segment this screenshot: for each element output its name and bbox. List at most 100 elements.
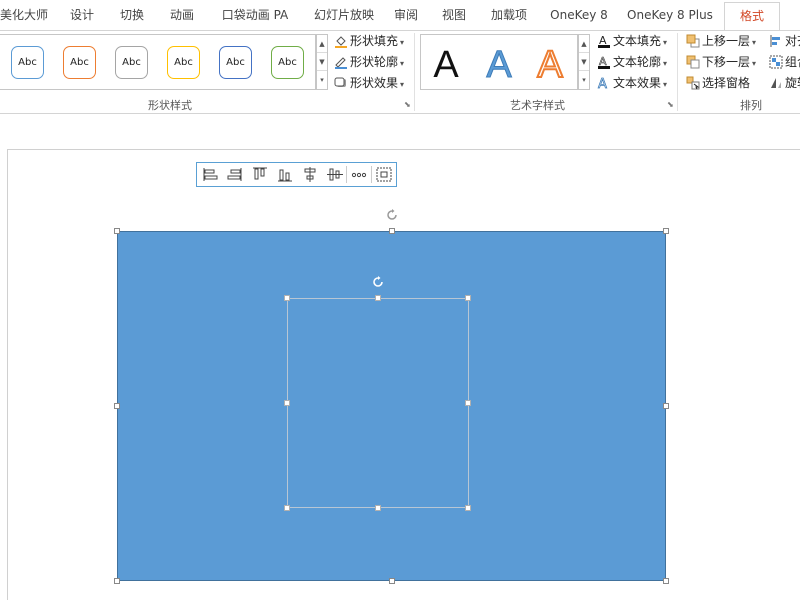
resize-handle[interactable] [663, 403, 669, 409]
align-top-icon[interactable] [251, 166, 269, 183]
tab-addins[interactable]: 加载项 [484, 0, 534, 30]
inner-selection-frame[interactable] [287, 298, 469, 508]
group-objects-icon [769, 55, 783, 68]
resize-handle[interactable] [114, 403, 120, 409]
send-backward-label: 下移一层 [702, 55, 751, 69]
tab-pocket-animation[interactable]: 口袋动画 PA [214, 0, 296, 30]
gallery-up-icon[interactable]: ▲ [317, 35, 327, 53]
alignment-mini-toolbar [196, 162, 397, 187]
svg-text:A: A [598, 77, 607, 90]
text-effects-button[interactable]: A 文本效果 ▾ [597, 73, 667, 93]
resize-handle[interactable] [284, 295, 290, 301]
resize-handle[interactable] [375, 295, 381, 301]
shape-effects-button[interactable]: 形状效果 ▾ [334, 73, 404, 93]
tab-beautify[interactable]: 美化大师 [0, 0, 48, 30]
text-outline-label: 文本轮廓 [613, 55, 662, 69]
tab-design[interactable]: 设计 [60, 0, 104, 30]
gallery-up-icon[interactable]: ▲ [579, 35, 589, 53]
shape-style-swatch[interactable]: Abc [115, 46, 148, 79]
resize-handle[interactable] [389, 578, 395, 584]
tab-format[interactable]: 格式 [724, 2, 780, 33]
shape-style-swatch[interactable]: Abc [219, 46, 252, 79]
group-label: 组合 [785, 55, 800, 69]
text-outline-button[interactable]: A 文本轮廓 ▾ [597, 52, 667, 72]
text-fill-icon: A [598, 34, 610, 48]
distribute-horizontal-icon[interactable] [350, 166, 368, 183]
distribute-vertical-icon[interactable] [375, 166, 393, 183]
rotate-handle-icon[interactable] [371, 275, 385, 289]
wordart-style-blue[interactable]: A [477, 43, 521, 87]
rotate-handle-icon[interactable] [385, 208, 399, 222]
text-effects-label: 文本效果 [613, 76, 662, 90]
group-button[interactable]: 组合 [769, 52, 800, 72]
toolbar-divider [346, 166, 347, 183]
chevron-down-icon: ▾ [400, 38, 405, 47]
gallery-more-icon[interactable]: ▾ [317, 71, 327, 89]
shape-style-swatch[interactable]: Abc [167, 46, 200, 79]
wordart-gallery-scroll: ▲ ▼ ▾ [578, 34, 590, 90]
ribbon-tab-bar: 美化大师 设计 切换 动画 口袋动画 PA 幻灯片放映 审阅 视图 加载项 On… [0, 0, 800, 33]
resize-handle[interactable] [465, 295, 471, 301]
shape-style-swatch[interactable]: Abc [11, 46, 44, 79]
resize-handle[interactable] [465, 400, 471, 406]
wordart-style-black[interactable]: A [424, 43, 468, 87]
tab-view[interactable]: 视图 [436, 0, 472, 30]
align-middle-icon[interactable] [326, 166, 344, 183]
ribbon: Abc Abc Abc Abc Abc Abc ▲ ▼ ▾ 形状填充 ▾ 形状轮廓… [0, 30, 800, 114]
resize-handle[interactable] [663, 228, 669, 234]
selection-pane-icon [686, 76, 700, 89]
tab-onekey8-plus[interactable]: OneKey 8 Plus [624, 0, 716, 30]
resize-handle[interactable] [663, 578, 669, 584]
group-divider [677, 33, 678, 111]
shape-fill-button[interactable]: 形状填充 ▾ [334, 31, 404, 51]
align-center-icon[interactable] [301, 166, 319, 183]
resize-handle[interactable] [284, 400, 290, 406]
bring-forward-icon [686, 34, 700, 47]
shape-style-swatch[interactable]: Abc [63, 46, 96, 79]
rotate-button[interactable]: 旋转 [769, 73, 800, 93]
rotate-icon [771, 77, 781, 88]
shape-style-swatch[interactable]: Abc [271, 46, 304, 79]
text-fill-label: 文本填充 [613, 34, 662, 48]
wordart-style-orange-outline[interactable]: A [528, 43, 572, 87]
chevron-down-icon: ▾ [663, 80, 668, 89]
dialog-launcher-icon[interactable]: ⬊ [404, 101, 411, 109]
gallery-down-icon[interactable]: ▼ [579, 53, 589, 71]
pencil-icon [335, 56, 347, 69]
tab-review[interactable]: 审阅 [388, 0, 424, 30]
chevron-down-icon: ▾ [663, 38, 668, 47]
rotate-label: 旋转 [785, 76, 800, 90]
resize-handle[interactable] [375, 505, 381, 511]
resize-handle[interactable] [114, 228, 120, 234]
gallery-more-icon[interactable]: ▾ [579, 71, 589, 89]
selection-pane-label: 选择窗格 [702, 76, 751, 90]
chevron-down-icon: ▾ [663, 59, 668, 68]
tab-animations[interactable]: 动画 [160, 0, 204, 30]
gallery-down-icon[interactable]: ▼ [317, 53, 327, 71]
align-left-icon[interactable] [201, 166, 219, 183]
align-button[interactable]: 对齐 [769, 31, 800, 51]
tab-transitions[interactable]: 切换 [110, 0, 154, 30]
group-divider [414, 33, 415, 111]
resize-handle[interactable] [465, 505, 471, 511]
selection-pane-button[interactable]: 选择窗格 [686, 73, 750, 93]
align-right-icon[interactable] [226, 166, 244, 183]
send-backward-button[interactable]: 下移一层 ▾ [686, 52, 756, 72]
shape-effects-icon [334, 77, 346, 87]
dialog-launcher-icon[interactable]: ⬊ [667, 101, 674, 109]
shape-outline-label: 形状轮廓 [350, 55, 399, 69]
send-backward-icon [686, 55, 700, 68]
bring-forward-button[interactable]: 上移一层 ▾ [686, 31, 756, 51]
shape-effects-label: 形状效果 [350, 76, 399, 90]
tab-slideshow[interactable]: 幻灯片放映 [304, 0, 384, 30]
resize-handle[interactable] [284, 505, 290, 511]
resize-handle[interactable] [114, 578, 120, 584]
tab-onekey8[interactable]: OneKey 8 [546, 0, 612, 30]
align-bottom-icon[interactable] [276, 166, 294, 183]
resize-handle[interactable] [389, 228, 395, 234]
shape-outline-button[interactable]: 形状轮廓 ▾ [334, 52, 404, 72]
shape-style-gallery: Abc Abc Abc Abc Abc Abc [0, 34, 316, 90]
text-fill-button[interactable]: A 文本填充 ▾ [597, 31, 667, 51]
text-outline-icon: A [598, 55, 610, 69]
shape-styles-group-label: 形状样式 [148, 99, 192, 112]
